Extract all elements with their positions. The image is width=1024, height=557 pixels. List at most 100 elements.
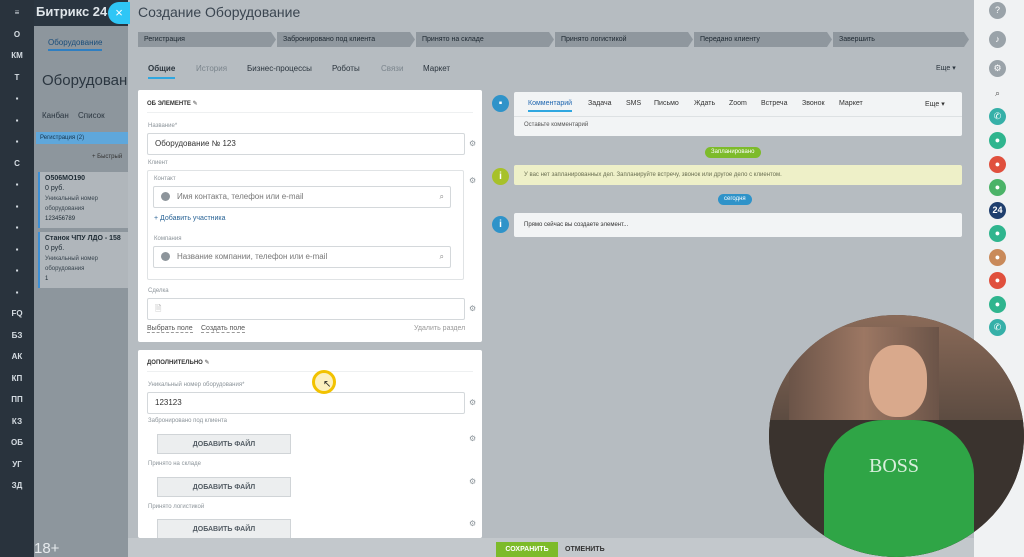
user-photo-icon[interactable]: ● <box>989 249 1006 266</box>
gear-icon[interactable]: ⚙ <box>469 398 476 407</box>
gear-icon[interactable]: ⚙ <box>469 304 476 313</box>
leftnav-item[interactable]: ▪ <box>0 137 34 146</box>
leftnav-item[interactable]: ≡ <box>0 8 34 17</box>
pencil-icon[interactable]: ✎ <box>205 360 210 366</box>
deal-input[interactable]: 🗎 <box>147 298 465 320</box>
tab-market[interactable]: Маркет <box>423 64 450 73</box>
search-icon[interactable]: ⌕ <box>440 187 444 207</box>
settings-icon[interactable]: ⚙ <box>989 60 1006 77</box>
view-tab-list[interactable]: Список <box>78 111 105 120</box>
booked-label: Забронировано под клиента <box>148 418 228 424</box>
leftnav-item[interactable]: Т <box>0 73 34 82</box>
user-avatar-icon[interactable]: ● <box>989 156 1006 173</box>
leftnav-item[interactable]: ▪ <box>0 202 34 211</box>
quick-add-button[interactable]: + Быстрый <box>92 154 122 160</box>
name-input[interactable]: Оборудование № 123 <box>147 133 465 155</box>
today-badge: сегодня <box>718 194 752 205</box>
tl-tab-task[interactable]: Задача <box>588 100 612 107</box>
gear-icon[interactable]: ⚙ <box>469 176 476 185</box>
tab-links[interactable]: Связи <box>381 64 403 73</box>
search-icon[interactable]: ⌕ <box>989 85 1006 102</box>
leftnav-item[interactable]: АК <box>0 352 34 361</box>
bell-icon[interactable]: ♪ <box>989 31 1006 48</box>
leftnav-item[interactable]: FQ <box>0 309 34 318</box>
leftnav-item[interactable]: С <box>0 159 34 168</box>
logo[interactable]: Битрикс 24 <box>36 4 107 19</box>
choose-field-link[interactable]: Выбрать поле <box>147 325 193 333</box>
stage-booked[interactable]: Забронировано под клиента <box>277 32 415 47</box>
leftnav-item[interactable]: ПП <box>0 395 34 404</box>
leftnav-item[interactable]: ▪ <box>0 245 34 254</box>
stage-finish[interactable]: Завершить <box>833 32 969 47</box>
leftnav-item[interactable]: ЗД <box>0 481 34 490</box>
company-input[interactable]: Название компании, телефон или e-mail ⌕ <box>153 246 451 268</box>
add-file-button[interactable]: ДОБАВИТЬ ФАЙЛ <box>157 477 291 497</box>
b24-icon[interactable]: 24 <box>989 202 1006 219</box>
tab-bizproc[interactable]: Бизнес-процессы <box>247 64 312 73</box>
stage-stock[interactable]: Принято на складе <box>416 32 554 47</box>
user-avatar-icon[interactable]: ● <box>989 272 1006 289</box>
delete-section-link[interactable]: Удалить раздел <box>414 325 465 332</box>
add-file-button[interactable]: ДОБАВИТЬ ФАЙЛ <box>157 519 291 539</box>
help-icon[interactable]: ? <box>989 2 1006 19</box>
gear-icon[interactable]: ⚙ <box>469 477 476 486</box>
user-avatar-icon[interactable]: ● <box>989 179 1006 196</box>
tab-general[interactable]: Общие <box>148 64 176 79</box>
leftnav-item[interactable]: ▪ <box>0 266 34 275</box>
tab-more[interactable]: Еще ▾ <box>936 64 956 72</box>
kanban-card[interactable]: О506МО190 0 руб. Уникальный номер оборуд… <box>38 172 128 228</box>
add-file-button[interactable]: ДОБАВИТЬ ФАЙЛ <box>157 434 291 454</box>
leftnav-item[interactable]: ▪ <box>0 94 34 103</box>
close-icon[interactable]: × <box>108 2 130 24</box>
tab-equipment[interactable]: Оборудование <box>48 38 103 51</box>
leftnav-item[interactable]: ▪ <box>0 223 34 232</box>
tl-tab-wait[interactable]: Ждать <box>694 100 715 107</box>
stage-registration[interactable]: Регистрация <box>138 32 276 47</box>
leftnav-item[interactable]: О <box>0 30 34 39</box>
tl-tab-comment[interactable]: Комментарий <box>528 100 573 112</box>
now-message: Прямо сейчас вы создаете элемент... <box>514 213 962 237</box>
pencil-icon[interactable]: ✎ <box>193 101 198 107</box>
leftnav-item[interactable]: КМ <box>0 51 34 60</box>
contact-input[interactable]: Имя контакта, телефон или e-mail ⌕ <box>153 186 451 208</box>
user-avatar-icon[interactable]: ● <box>989 296 1006 313</box>
leftnav-item[interactable]: ▪ <box>0 180 34 189</box>
tl-tab-meeting[interactable]: Встреча <box>761 100 787 107</box>
unique-number-input[interactable]: 123123 <box>147 392 465 414</box>
create-field-link[interactable]: Создать поле <box>201 325 246 333</box>
leftnav-item[interactable]: ▪ <box>0 288 34 297</box>
leftnav-item[interactable]: БЗ <box>0 331 34 340</box>
tab-robots[interactable]: Роботы <box>332 64 360 73</box>
search-icon[interactable]: ⌕ <box>440 247 444 267</box>
cancel-button[interactable]: ОТМЕНИТЬ <box>565 546 605 553</box>
stage-logistic[interactable]: Принято логистикой <box>555 32 693 47</box>
leftnav-item[interactable]: ОБ <box>0 438 34 447</box>
tl-tab-more[interactable]: Еще ▾ <box>925 100 945 108</box>
leftnav-item[interactable]: КП <box>0 374 34 383</box>
save-button[interactable]: СОХРАНИТЬ <box>496 542 558 557</box>
gear-icon[interactable]: ⚙ <box>469 519 476 528</box>
leftnav-item[interactable]: УГ <box>0 460 34 469</box>
gear-icon[interactable]: ⚙ <box>469 434 476 443</box>
tab-history[interactable]: История <box>196 64 227 73</box>
view-tab-kanban[interactable]: Канбан <box>42 111 69 120</box>
gear-icon[interactable]: ⚙ <box>469 139 476 148</box>
tl-tab-sms[interactable]: SMS <box>626 100 641 107</box>
leftnav-item[interactable]: КЗ <box>0 417 34 426</box>
kanban-card[interactable]: Станок ЧПУ ЛДО - 158 0 руб. Уникальный н… <box>38 232 128 288</box>
phone-icon[interactable]: ✆ <box>989 108 1006 125</box>
user-avatar-icon[interactable]: ● <box>989 132 1006 149</box>
stage-delivered[interactable]: Передано клиенту <box>694 32 832 47</box>
tl-tab-call[interactable]: Звонок <box>802 100 825 107</box>
stock-label: Принято на складе <box>148 461 201 467</box>
tl-tab-zoom[interactable]: Zoom <box>729 100 747 107</box>
add-participant-link[interactable]: + Добавить участника <box>154 215 226 222</box>
company-label: Компания <box>154 236 182 242</box>
leftnav-item[interactable]: ▪ <box>0 116 34 125</box>
timeline-editor: Комментарий Задача SMS Письмо Ждать Zoom… <box>514 92 962 136</box>
unique-number-label: Уникальный номер оборудования* <box>148 382 245 388</box>
tl-tab-market[interactable]: Маркет <box>839 100 863 107</box>
comment-input[interactable]: Оставьте комментарий <box>524 122 588 128</box>
tl-tab-email[interactable]: Письмо <box>654 100 679 107</box>
user-avatar-icon[interactable]: ● <box>989 225 1006 242</box>
